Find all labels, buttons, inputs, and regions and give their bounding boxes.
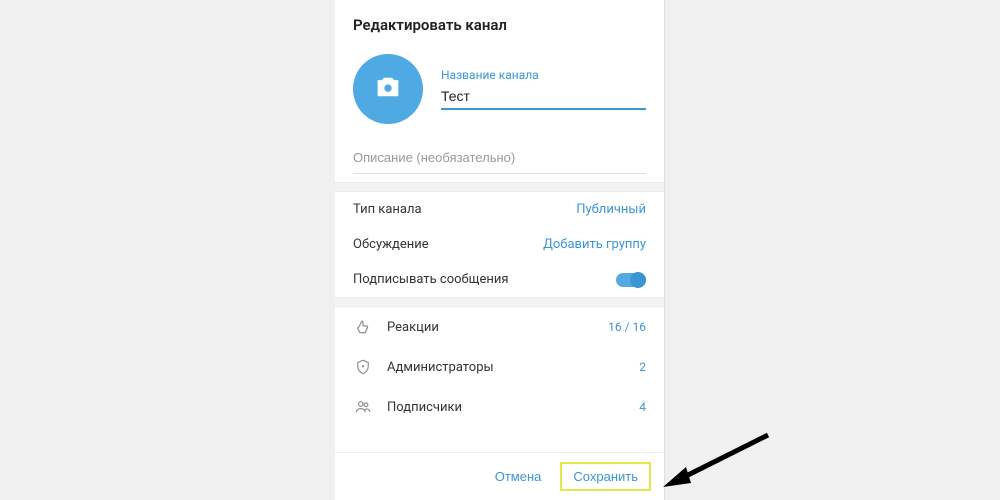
channel-type-row[interactable]: Тип канала Публичный [335,192,664,227]
channel-type-label: Тип канала [353,202,422,217]
sign-messages-toggle[interactable] [616,273,646,287]
panel-title: Редактировать канал [353,16,646,34]
section-divider [335,182,664,192]
scroll-area[interactable]: Редактировать канал Название канала Тип … [335,0,664,452]
subscribers-label: Подписчики [387,400,625,415]
subscribers-value: 4 [639,400,646,414]
channel-name-label: Название канала [441,68,646,82]
description-field [335,142,664,182]
profile-row: Название канала [335,48,664,142]
reactions-label: Реакции [387,320,594,335]
section-divider [335,297,664,307]
channel-avatar[interactable] [353,54,423,124]
description-input[interactable] [353,142,646,174]
sign-messages-label: Подписывать сообщения [353,272,509,287]
panel-header: Редактировать канал [335,0,664,48]
edit-channel-panel: Редактировать канал Название канала Тип … [335,0,665,500]
discussion-row[interactable]: Обсуждение Добавить группу [335,227,664,262]
admins-row[interactable]: Администраторы 2 [335,347,664,387]
subscribers-row[interactable]: Подписчики 4 [335,387,664,427]
panel-footer: Отмена Сохранить [335,452,664,500]
sign-messages-row: Подписывать сообщения [335,262,664,297]
admins-label: Администраторы [387,360,625,375]
admins-value: 2 [639,360,646,374]
channel-type-value: Публичный [576,202,646,217]
people-icon [353,397,373,417]
reactions-value: 16 / 16 [608,320,646,334]
save-button[interactable]: Сохранить [561,463,650,490]
shield-icon [353,357,373,377]
camera-icon [374,73,402,105]
cancel-button[interactable]: Отмена [483,463,554,490]
annotation-arrow [658,425,778,495]
channel-name-input[interactable] [441,84,646,110]
hand-wave-icon [353,317,373,337]
channel-name-field: Название канала [441,68,646,110]
discussion-label: Обсуждение [353,237,429,252]
reactions-row[interactable]: Реакции 16 / 16 [335,307,664,347]
discussion-value: Добавить группу [543,237,646,252]
